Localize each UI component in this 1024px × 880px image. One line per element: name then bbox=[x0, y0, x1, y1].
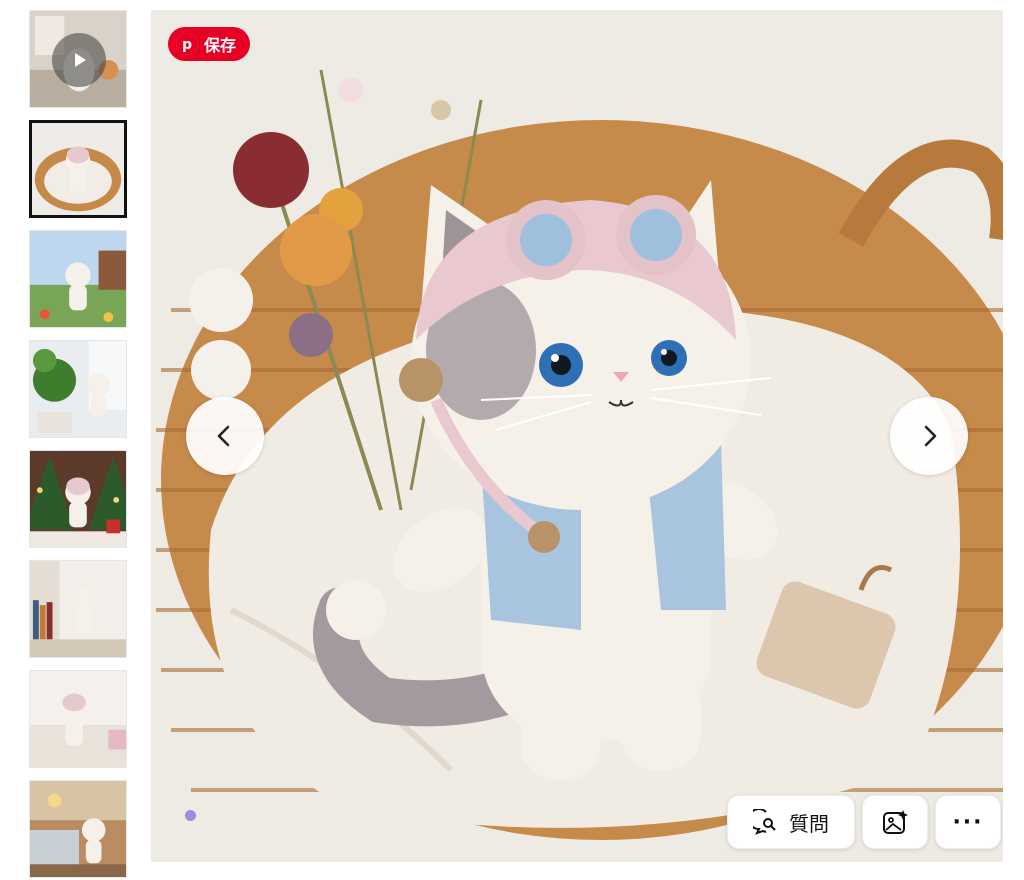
svg-text:p: p bbox=[182, 37, 192, 53]
thumbnail-christmas[interactable] bbox=[29, 450, 127, 548]
thumbnail-basket[interactable] bbox=[29, 120, 127, 218]
save-button[interactable]: p 保存 bbox=[168, 27, 251, 61]
more-options-button[interactable]: ··· bbox=[935, 795, 1001, 849]
thumbnail-living-room-image bbox=[30, 781, 126, 877]
play-icon bbox=[52, 33, 106, 87]
chat-bubble-search-icon bbox=[753, 809, 776, 835]
ask-button-label: 質問 bbox=[789, 811, 829, 836]
thumbnail-basket-image bbox=[32, 123, 124, 215]
previous-image-button[interactable] bbox=[186, 397, 264, 475]
indicator-dot bbox=[185, 810, 196, 821]
crochet-cat-in-basket-image bbox=[151, 10, 1003, 862]
thumbnail-bookshelf[interactable] bbox=[29, 560, 127, 658]
thumbnail-kitchen-video[interactable] bbox=[29, 10, 127, 108]
thumbnail-christmas-image bbox=[30, 451, 126, 547]
thumbnail-houseplant-image bbox=[30, 341, 126, 437]
thumbnail-rug-image bbox=[30, 671, 126, 767]
main-image-viewer: p 保存 質問 ··· bbox=[151, 10, 1003, 862]
thumbnail-garden-image bbox=[30, 231, 126, 327]
visual-search-icon bbox=[883, 810, 908, 834]
save-button-label: 保存 bbox=[204, 36, 237, 55]
thumbnail-living-room[interactable] bbox=[29, 780, 127, 878]
thumbnail-garden[interactable] bbox=[29, 230, 127, 328]
chevron-right-icon bbox=[924, 425, 937, 447]
visual-search-button[interactable] bbox=[862, 795, 928, 849]
chevron-left-icon bbox=[217, 425, 230, 447]
thumbnail-rug[interactable] bbox=[29, 670, 127, 768]
thumbnail-houseplant[interactable] bbox=[29, 340, 127, 438]
pinterest-icon: p bbox=[176, 33, 198, 55]
more-options-icon: ··· bbox=[952, 809, 984, 835]
thumbnail-bookshelf-image bbox=[30, 561, 126, 657]
ask-button[interactable]: 質問 bbox=[727, 795, 855, 849]
next-image-button[interactable] bbox=[890, 397, 968, 475]
